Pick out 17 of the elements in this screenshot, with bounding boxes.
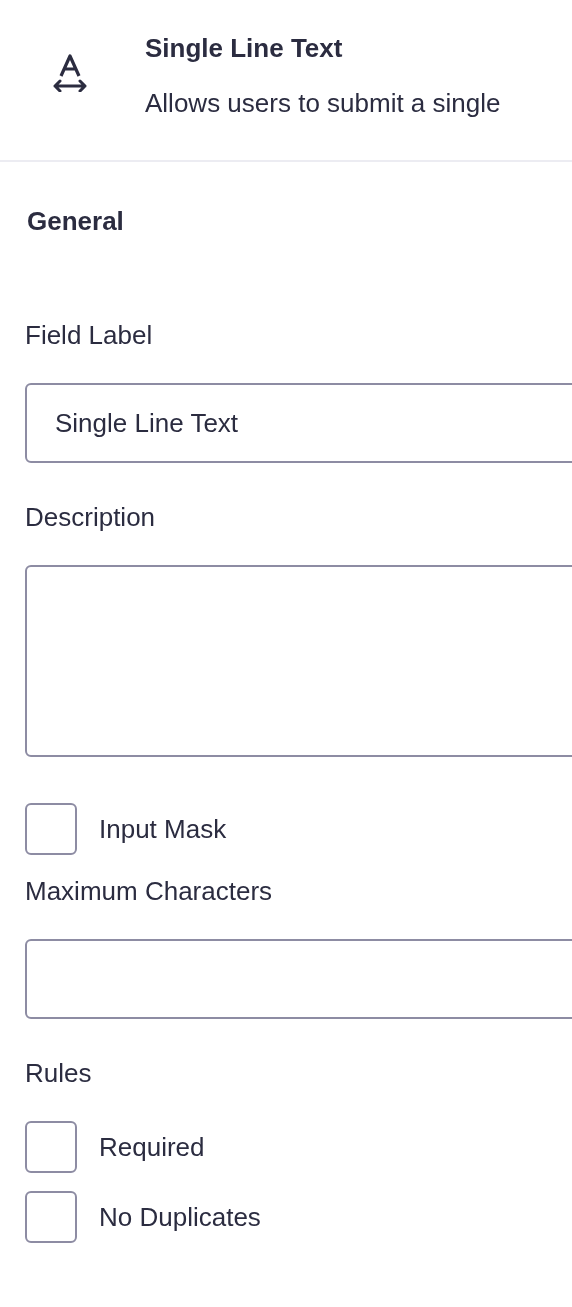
field-label: Maximum Characters <box>25 875 274 907</box>
checkbox-label: Required <box>99 1131 205 1163</box>
checkbox[interactable] <box>25 1121 77 1173</box>
textarea-field[interactable] <box>25 565 572 757</box>
checkbox-label: No Duplicates <box>99 1201 261 1233</box>
field-type-description: Allows users to submit a single <box>145 87 501 120</box>
checkbox[interactable] <box>25 803 77 855</box>
input-field[interactable] <box>25 939 572 1019</box>
checkbox[interactable] <box>25 1191 77 1243</box>
section-title: General <box>27 205 125 237</box>
input-field[interactable]: Single Line Text <box>25 383 572 463</box>
text-field-icon <box>51 52 88 92</box>
field-label: Field Label <box>25 319 154 351</box>
field-label: Description <box>25 501 157 533</box>
field-type-title: Single Line Text <box>145 32 344 65</box>
field-label: Rules <box>25 1057 93 1089</box>
checkbox-label: Input Mask <box>99 813 227 845</box>
